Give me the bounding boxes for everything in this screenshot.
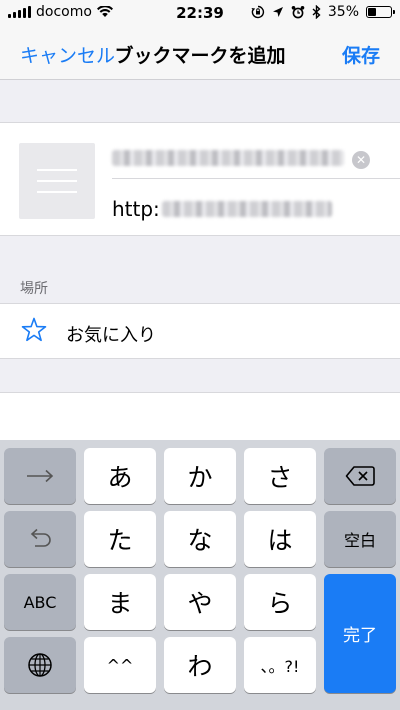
key-backspace[interactable]	[324, 448, 396, 504]
bluetooth-icon	[312, 5, 321, 19]
save-button[interactable]: 保存	[342, 41, 380, 68]
key-wa[interactable]: わ	[164, 637, 236, 693]
status-bar: docomo 22:39 35%	[0, 0, 400, 28]
status-right: 35%	[251, 4, 395, 20]
bookmark-card: ✕ http:	[0, 122, 400, 236]
alarm-icon	[291, 6, 305, 19]
key-globe[interactable]	[4, 637, 76, 693]
location-section-label: 場所	[20, 281, 48, 297]
key-undo[interactable]	[4, 511, 76, 567]
nav-bar: キャンセル ブックマークを追加 保存	[0, 28, 400, 80]
key-ka[interactable]: か	[164, 448, 236, 504]
url-prefix: http:	[112, 197, 160, 221]
key-ta[interactable]: た	[84, 511, 156, 567]
key-ya[interactable]: や	[164, 574, 236, 630]
japanese-kana-keyboard: あ か さ た な は 空白 ABC ま や ら 完了 ^^ わ 、。?!	[0, 440, 400, 710]
battery-icon	[366, 6, 395, 18]
folder-name: お気に入り	[66, 325, 156, 346]
location-favorites-row[interactable]: お気に入り	[0, 303, 400, 359]
key-ra[interactable]: ら	[244, 574, 316, 630]
redacted-url-text	[161, 201, 332, 217]
key-punctuation[interactable]: 、。?!	[244, 637, 316, 693]
key-na[interactable]: な	[164, 511, 236, 567]
page-title: ブックマークを追加	[114, 45, 286, 67]
redacted-title-text	[112, 150, 344, 166]
key-emoticon[interactable]: ^^	[84, 637, 156, 693]
star-icon	[21, 317, 47, 342]
backspace-icon	[345, 466, 375, 486]
key-a[interactable]: あ	[84, 448, 156, 504]
done-key[interactable]: 完了	[324, 574, 396, 693]
page-thumbnail	[19, 143, 95, 219]
bookmark-url-field[interactable]: http:	[112, 197, 332, 221]
empty-list-area	[0, 392, 400, 440]
undo-icon	[30, 528, 51, 547]
key-arrow-right[interactable]	[4, 448, 76, 504]
key-ma[interactable]: ま	[84, 574, 156, 630]
location-icon	[272, 7, 283, 17]
key-sa[interactable]: さ	[244, 448, 316, 504]
arrow-right-icon	[27, 469, 54, 483]
globe-icon	[28, 653, 52, 677]
key-ha[interactable]: は	[244, 511, 316, 567]
key-space[interactable]: 空白	[324, 511, 396, 567]
battery-percent: 35%	[327, 4, 359, 20]
bookmark-title-field[interactable]: ✕	[112, 141, 400, 179]
key-abc[interactable]: ABC	[4, 574, 76, 630]
screen-rotation-lock-icon	[251, 5, 264, 19]
clear-title-icon[interactable]: ✕	[352, 151, 370, 169]
